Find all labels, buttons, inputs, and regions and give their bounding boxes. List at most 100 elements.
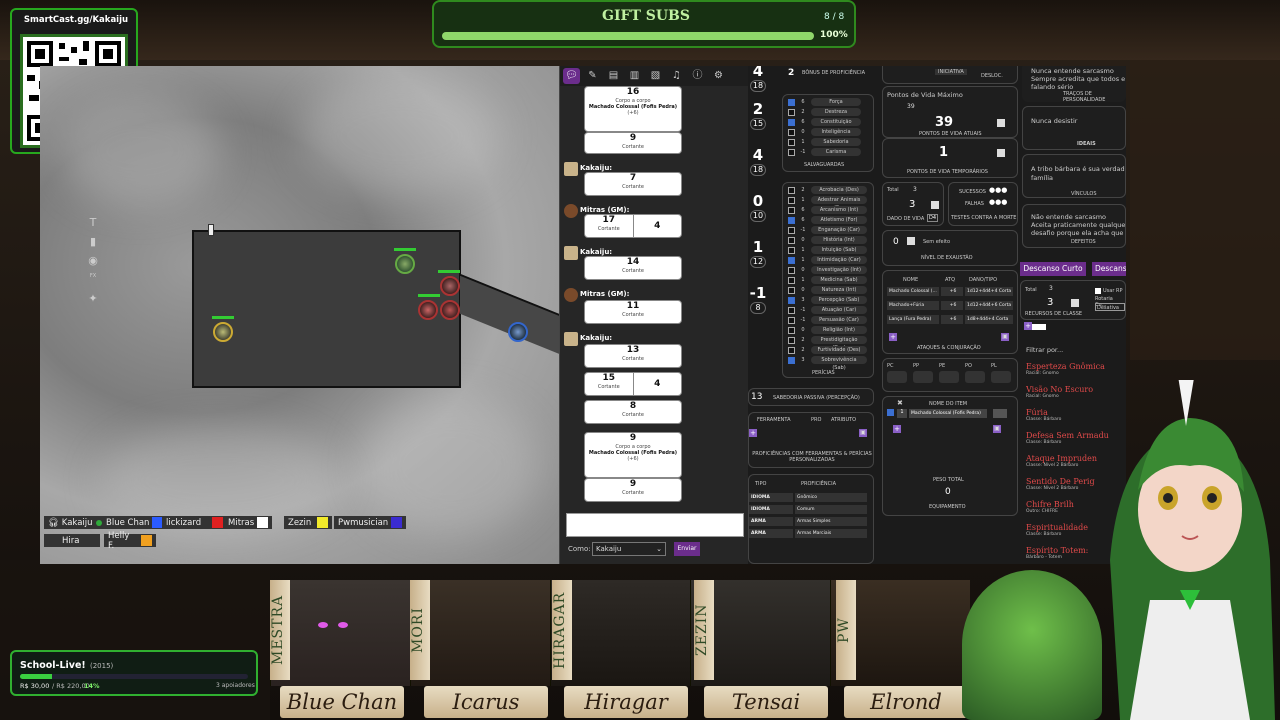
proficiency-checkbox[interactable] [788,128,795,136]
fx-tool-icon[interactable]: FX [84,273,102,292]
hp-current[interactable]: 39 [935,115,953,130]
proficiency-checkbox[interactable] [788,236,795,244]
door-marker[interactable] [208,224,214,236]
player-entry[interactable]: 🎧︎ Kakaiju [44,516,106,529]
coin-input[interactable] [913,371,933,383]
proficiency-checkbox[interactable] [788,296,795,304]
add-tool-icon[interactable]: + [749,429,757,437]
info-tab-icon[interactable]: ⓘ [689,68,706,84]
proficiency-checkbox[interactable] [788,346,795,354]
compendium-tab-icon[interactable]: ▥ [626,68,643,84]
ally-token[interactable] [508,322,528,342]
skill-row[interactable]: 1 Intimidação (Car) [788,256,867,264]
text-tool-icon[interactable]: T [84,216,102,235]
saving-throw-row[interactable]: 2 Destreza [788,108,861,116]
magic-tool-icon[interactable]: ✦ [84,292,102,311]
proficiency-checkbox[interactable] [788,226,795,234]
skill-row[interactable]: 2 Acrobacia (Des) [788,186,867,194]
coin-input[interactable] [939,371,959,383]
enemy-token[interactable] [440,276,460,296]
jukebox-tab-icon[interactable]: ♫ [668,68,685,84]
skill-row[interactable]: 6 Atletismo (For) [788,216,867,224]
proficiency-checkbox[interactable] [788,256,795,264]
player-entry[interactable]: lickizard [162,516,228,529]
item-weight[interactable] [993,409,1007,418]
player-entry[interactable]: Mitras [224,516,272,529]
saving-throw-row[interactable]: 1 Sabedoria [788,138,861,146]
skill-row[interactable]: 1 Medicina (Sab) [788,276,867,284]
proficiency-row[interactable]: ARMA Armas Marciais [749,529,867,538]
enemy-token[interactable] [440,300,460,320]
enemy-token[interactable] [418,300,438,320]
journal-tab-icon[interactable]: ▤ [605,68,622,84]
proficiency-checkbox[interactable] [788,276,795,284]
exhaustion-adjust-button[interactable] [907,237,915,245]
player-entry[interactable]: Helly F. [104,531,156,551]
hd-current[interactable]: 3 [909,199,915,210]
skill-row[interactable]: 0 Investigação (Int) [788,266,867,274]
hd-adjust-button[interactable] [931,201,939,209]
saving-throw-row[interactable]: 6 Força [788,98,861,106]
gm-tool-icon[interactable]: ◉ [84,254,102,273]
temp-hp-adjust-button[interactable] [997,149,1005,157]
lock-icon[interactable]: ▣ [1001,333,1009,341]
skill-row[interactable]: 2 Prestidigitação (Des) [788,336,867,351]
proficiency-checkbox[interactable] [788,286,795,294]
item-equipped-checkbox[interactable] [887,409,894,416]
ruler-tool-icon[interactable]: ▮ [84,235,102,254]
proficiency-row[interactable]: ARMA Armas Simples [749,517,867,526]
proficiency-checkbox[interactable] [788,216,795,224]
proficiency-checkbox[interactable] [788,326,795,334]
skill-row[interactable]: 0 História (Int) [788,236,867,244]
speaking-as-select[interactable]: Kakaiju ⌄ [592,542,666,556]
proficiency-checkbox[interactable] [788,266,795,274]
skill-row[interactable]: 3 Sobrevivência (Sab) [788,356,867,371]
saving-throw-row[interactable]: 6 Constituição [788,118,861,126]
ally-token[interactable] [213,322,233,342]
proficiency-checkbox[interactable] [788,98,795,106]
coin-field[interactable]: PO [965,363,989,387]
death-fail-dots[interactable]: ●●● [989,198,1007,206]
proficiency-checkbox[interactable] [788,118,795,126]
proficiency-checkbox[interactable] [788,108,795,116]
class-resource-current[interactable]: 3 [1047,297,1053,308]
player-entry[interactable]: Blue Chan [102,516,168,529]
coin-field[interactable]: PP [913,363,937,387]
skill-row[interactable]: 2 Furtividade (Des) [788,346,867,354]
add-item-icon[interactable]: + [893,425,901,433]
proficiency-row[interactable]: IDIOMA Comum [749,505,867,514]
hp-adjust-button[interactable] [997,119,1005,127]
skill-row[interactable]: -1 Persuasão (Car) [788,316,867,324]
saving-throw-row[interactable]: 0 Inteligência [788,128,861,136]
player-entry[interactable]: Hira [44,534,100,547]
settings-gear-icon[interactable]: ⚙ [710,68,727,84]
saving-throw-row[interactable]: -1 Carisma [788,148,861,156]
skill-row[interactable]: 0 Natureza (Int) [788,286,867,294]
proficiency-checkbox[interactable] [788,148,795,156]
item-name[interactable]: Machado Colossal (Fofis Pedra) [909,409,987,418]
coin-input[interactable] [965,371,985,383]
art-tab-icon[interactable]: ✎ [584,68,601,84]
chat-input[interactable] [566,513,744,537]
proficiency-row[interactable]: IDIOMA Gnômico [749,493,867,502]
chat-tab-icon[interactable]: 💬︎ [563,68,580,84]
proficiency-checkbox[interactable] [788,246,795,254]
proficiency-checkbox[interactable] [788,138,795,146]
death-success-dots[interactable]: ●●● [989,186,1007,194]
class-resource-adjust-button[interactable] [1071,299,1079,307]
skill-row[interactable]: 1 Intuição (Sab) [788,246,867,254]
long-rest-button[interactable]: Descans [1092,262,1126,276]
coin-input[interactable] [887,371,907,383]
coin-field[interactable]: PC [887,363,911,387]
skill-row[interactable]: 1 Adestrar Animais (S... [788,196,867,211]
player-entry[interactable]: Pwmusician [334,516,407,529]
attack-row[interactable]: Machado+Fúria +6 1d12+4d4+6 Corta [887,301,1013,310]
attack-row[interactable]: Machado Colossal (... +6 1d12+4d4+4 Corta [887,287,1013,296]
skill-row[interactable]: 0 Religião (Int) [788,326,867,334]
battle-map[interactable]: T ▮ ◉ FX ✦ ◉ 62 + − ⊙ 🎧︎Kakaiju Blue Cha… [40,66,560,564]
features-filter[interactable]: Filtrar por... [1026,346,1063,354]
proficiency-checkbox[interactable] [788,356,795,364]
short-rest-button[interactable]: Descanso Curto [1020,262,1086,276]
coin-field[interactable]: PE [939,363,963,387]
lock-icon[interactable]: ▣ [859,429,867,437]
